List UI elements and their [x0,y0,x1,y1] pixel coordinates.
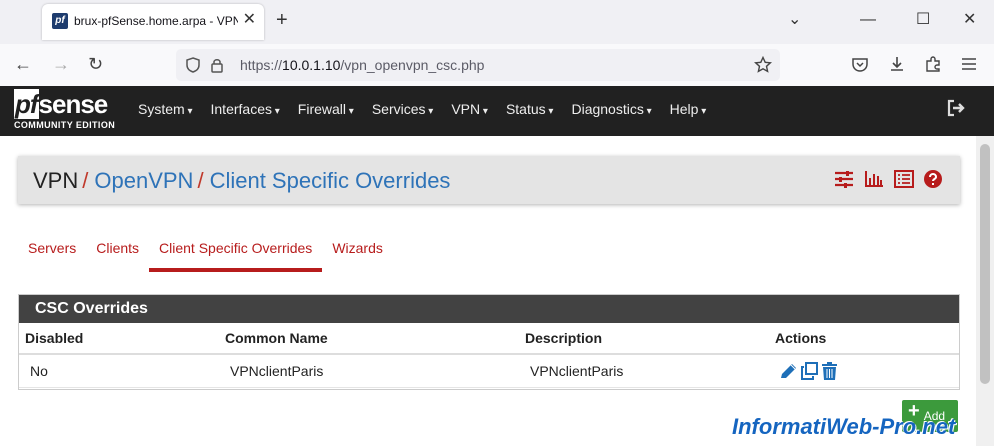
logo-pf: pf [14,89,39,119]
column-disabled: Disabled [19,323,225,355]
minimize-window-button[interactable]: — [860,12,876,28]
pfsense-logo[interactable]: pfsense COMMUNITY EDITION [14,89,116,130]
tab-client-specific-overrides[interactable]: Client Specific Overrides [149,238,323,272]
star-icon[interactable] [754,56,772,74]
openvpn-tabs: Servers Clients Client Specific Override… [18,238,393,272]
cell-disabled: No [19,354,225,388]
menu-help[interactable]: Help [670,101,707,117]
back-button[interactable]: ← [14,54,32,74]
menu-vpn[interactable]: VPN [451,101,488,117]
panel-title: CSC Overrides [19,295,959,323]
breadcrumb-vpn: VPN [33,168,79,193]
url-prefix: https:// [240,57,283,73]
breadcrumb-separator: / [197,168,204,193]
menu-interfaces[interactable]: Interfaces [211,101,280,117]
url-bar[interactable]: https://10.0.1.10/vpn_openvpn_csc.php [176,49,780,81]
cell-description: VPNclientParis [525,354,775,388]
scrollbar-thumb[interactable] [980,144,990,384]
csc-overrides-panel: CSC Overrides Disabled Common Name Descr… [18,294,960,390]
table-row[interactable]: No VPNclientParis VPNclientParis [19,354,959,388]
url-text[interactable]: https://10.0.1.10/vpn_openvpn_csc.php [240,57,484,73]
bar-chart-icon[interactable] [864,170,884,188]
browser-tab[interactable]: pf brux-pfSense.home.arpa - VPN ✕ [42,4,264,40]
close-window-button[interactable]: ✕ [963,12,976,28]
log-list-icon[interactable] [894,170,914,188]
browser-navbar: ← → ↻ https://10.0.1.10/vpn_openvpn_csc.… [0,44,994,87]
menu-system[interactable]: System [138,101,193,117]
edit-pencil-icon[interactable] [779,362,798,380]
logo-subtitle: COMMUNITY EDITION [14,120,116,130]
trash-icon[interactable] [821,362,838,380]
breadcrumb-separator: / [82,168,89,193]
reload-button[interactable]: ↻ [88,54,103,74]
menu-diagnostics[interactable]: Diagnostics [571,101,651,117]
url-host: 10.0.1.10 [282,57,341,73]
url-path: /vpn_openvpn_csc.php [340,57,485,73]
column-description: Description [525,323,775,355]
menu-services[interactable]: Services [372,101,434,117]
forward-button[interactable]: → [52,54,70,74]
tab-wizards[interactable]: Wizards [322,238,393,272]
hamburger-menu-icon[interactable] [960,56,978,72]
download-icon[interactable] [888,55,906,73]
lock-icon[interactable] [210,57,224,73]
tab-title: brux-pfSense.home.arpa - VPN [74,14,238,28]
cell-common-name: VPNclientParis [225,354,525,388]
browser-tab-strip: pf brux-pfSense.home.arpa - VPN ✕ + ⌄ — … [0,0,994,44]
tab-clients[interactable]: Clients [86,238,149,272]
cell-actions [775,354,959,388]
table-header-row: Disabled Common Name Description Actions [19,323,959,355]
maximize-window-button[interactable]: ☐ [916,12,930,28]
pfsense-favicon-icon: pf [52,13,68,29]
column-common-name: Common Name [225,323,525,355]
tab-servers[interactable]: Servers [18,238,86,272]
tab-close-icon[interactable]: ✕ [243,12,256,28]
sliders-icon[interactable] [834,170,854,188]
new-tab-button[interactable]: + [276,10,288,30]
breadcrumb-csc[interactable]: Client Specific Overrides [210,168,451,193]
breadcrumb: VPN / OpenVPN / Client Specific Overrides [18,156,960,204]
menu-firewall[interactable]: Firewall [298,101,354,117]
logo-sense: sense [38,89,109,119]
copy-icon[interactable] [800,362,819,380]
breadcrumb-openvpn[interactable]: OpenVPN [94,168,193,193]
csc-table: Disabled Common Name Description Actions… [19,323,959,388]
shield-icon[interactable] [186,57,200,73]
logout-icon[interactable] [946,99,966,117]
help-icon[interactable] [924,170,942,188]
list-tabs-icon[interactable]: ⌄ [788,12,801,28]
page-scrollbar[interactable] [976,136,994,446]
extensions-icon[interactable] [924,55,942,73]
main-menu: System Interfaces Firewall Services VPN … [138,101,724,117]
column-actions: Actions [775,323,959,355]
watermark: InformatiWeb-Pro.net [732,414,956,439]
menu-status[interactable]: Status [506,101,554,117]
pfsense-header: pfsense COMMUNITY EDITION System Interfa… [0,86,994,136]
pocket-icon[interactable] [851,56,869,74]
